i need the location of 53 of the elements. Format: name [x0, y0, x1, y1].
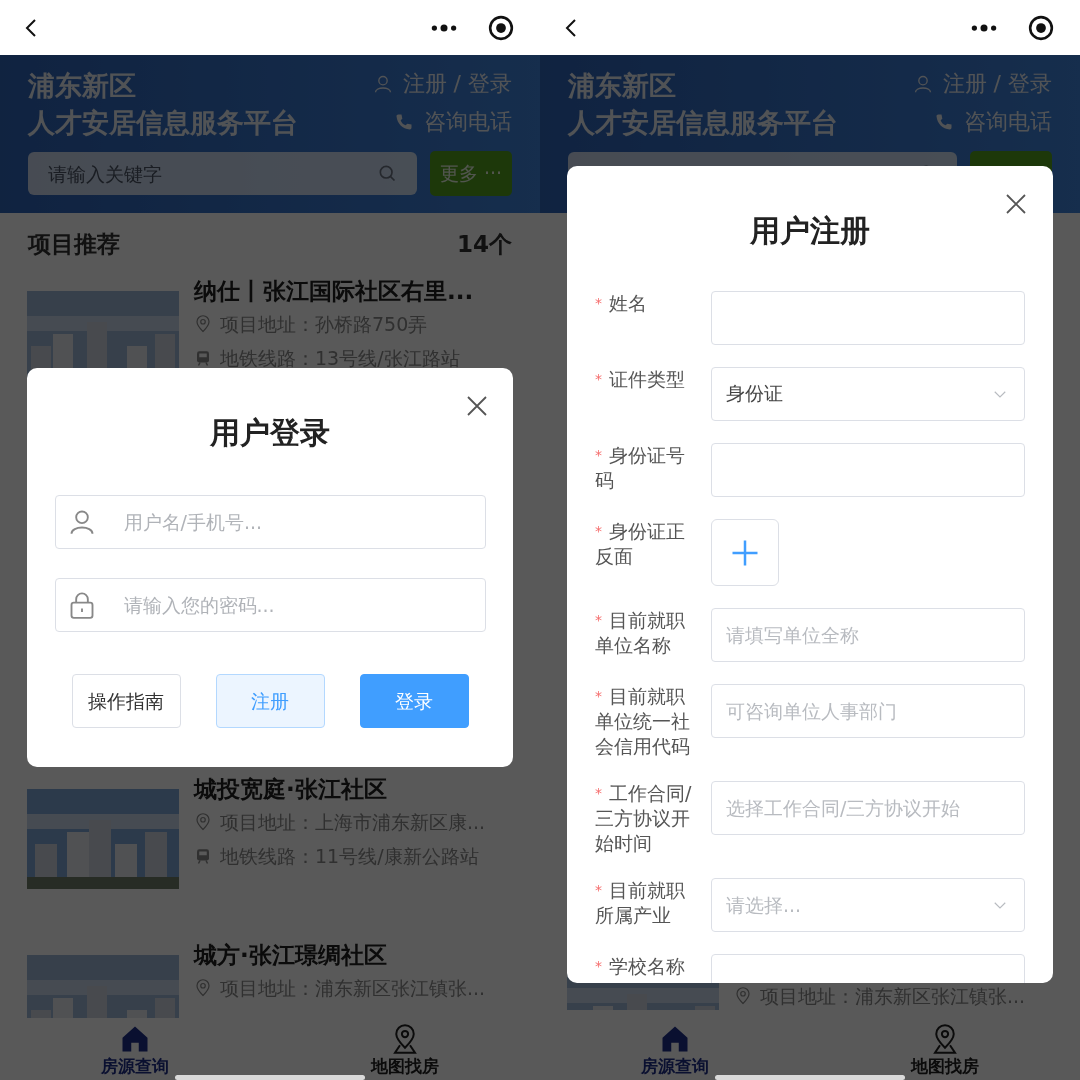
register-button[interactable]: 注册: [215, 674, 325, 728]
field-label: * 身份证号码: [595, 443, 686, 493]
close-target-icon[interactable]: [488, 14, 514, 41]
dialog-title: 用户注册: [750, 212, 870, 250]
train-icon: [194, 847, 212, 865]
platform-title: 浦东新区: [28, 69, 137, 103]
train-icon: [194, 349, 212, 367]
login-button[interactable]: 登录: [359, 674, 469, 728]
location-pin-icon: [734, 987, 752, 1005]
home-icon: [660, 1024, 690, 1054]
input-field[interactable]: 请填写单位全称: [711, 608, 1025, 662]
field-label: * 学校名称: [595, 954, 686, 979]
close-icon: [1004, 192, 1028, 216]
close-button[interactable]: [465, 394, 489, 418]
close-icon: [465, 394, 489, 418]
location-pin-icon: [194, 813, 212, 831]
location-pin-icon: [194, 315, 212, 333]
field-label: * 身份证正反面: [595, 519, 686, 569]
project-title[interactable]: 城方·张江璟绸社区: [194, 939, 486, 971]
more-button[interactable]: 更多 ···: [430, 151, 512, 196]
select-field[interactable]: 请选择...: [711, 878, 1025, 932]
section-title: 项目推荐: [28, 229, 120, 259]
field-label: * 证件类型: [595, 367, 686, 392]
select-field[interactable]: 身份证: [711, 367, 1025, 421]
field-label: * 目前就职单位名称: [595, 608, 686, 658]
user-icon: [372, 74, 393, 94]
field-label: * 姓名: [595, 291, 648, 316]
project-title[interactable]: 城投宽庭·张江社区: [194, 773, 486, 805]
platform-title: 浦东新区: [568, 69, 677, 103]
username-field[interactable]: 用户名/手机号...: [54, 495, 486, 549]
field-label: * 目前就职单位统一社会信用代码: [595, 684, 691, 759]
search-icon: [377, 163, 397, 183]
input-field[interactable]: [711, 443, 1025, 497]
location-pin-icon: [194, 979, 212, 997]
home-icon: [120, 1024, 150, 1054]
field-label: * 工作合同/三方协议开始时间: [595, 781, 693, 856]
field-label: * 目前就职所属产业: [595, 878, 686, 928]
map-pin-icon: [390, 1024, 420, 1054]
close-button[interactable]: [1004, 192, 1028, 216]
input-field[interactable]: 可咨询单位人事部门: [711, 684, 1025, 738]
project-title[interactable]: 纳仕丨张江国际社区右里...: [194, 275, 474, 307]
phone-icon: [394, 112, 414, 132]
map-pin-icon: [930, 1024, 960, 1054]
phone-icon: [934, 112, 954, 132]
upload-button[interactable]: [711, 519, 779, 586]
dialog-title: 用户登录: [210, 414, 330, 452]
guide-button[interactable]: 操作指南: [71, 674, 181, 728]
input-field[interactable]: 选择工作合同/三方协议开始: [711, 781, 1025, 835]
input-field[interactable]: [711, 291, 1025, 345]
password-field[interactable]: 请输入您的密码...: [54, 578, 486, 632]
project-count: 14个: [457, 229, 512, 259]
close-target-icon[interactable]: [1028, 14, 1054, 41]
user-icon: [912, 74, 933, 94]
